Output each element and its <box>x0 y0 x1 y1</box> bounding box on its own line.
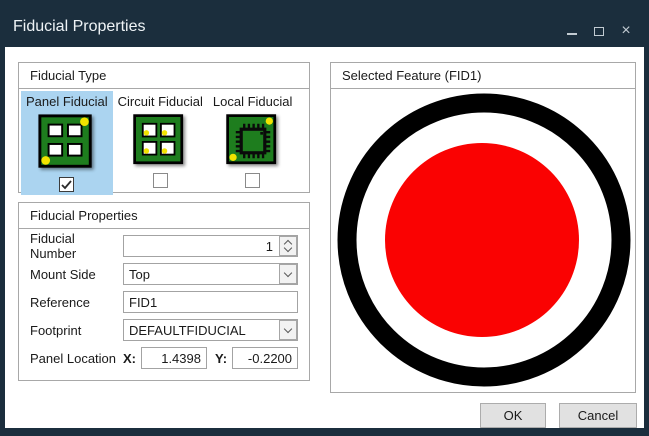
panel-location-label: Panel Location <box>30 351 123 366</box>
local-fiducial-label: Local Fiducial <box>213 93 293 110</box>
fiducial-number-input[interactable] <box>123 235 298 257</box>
local-fiducial-checkbox[interactable] <box>245 173 260 188</box>
footprint-select[interactable] <box>123 319 298 341</box>
maximize-button[interactable] <box>592 24 606 38</box>
reference-input[interactable] <box>123 291 298 313</box>
circuit-fiducial-checkbox[interactable] <box>153 173 168 188</box>
fiducial-pad <box>385 143 579 337</box>
fiducial-number-label: Fiducial Number <box>30 231 123 261</box>
window-controls: × <box>565 24 633 38</box>
maximize-icon <box>594 27 604 36</box>
fiducial-type-group: Fiducial Type Panel Fiducial <box>18 62 310 193</box>
panel-location-y-input[interactable] <box>232 347 298 369</box>
mount-side-select[interactable] <box>123 263 298 285</box>
reference-label: Reference <box>30 295 123 310</box>
fiducial-type-option-panel[interactable]: Panel Fiducial <box>21 91 113 195</box>
minimize-button[interactable] <box>565 24 579 38</box>
panel-location-row: Panel Location X: Y: <box>30 347 298 369</box>
footprint-label: Footprint <box>30 323 123 338</box>
checkmark-icon <box>61 180 72 190</box>
window-title: Fiducial Properties <box>13 18 146 36</box>
dialog-content: Fiducial Type Panel Fiducial <box>5 47 644 428</box>
close-icon: × <box>621 24 630 38</box>
ok-button[interactable]: OK <box>480 403 546 428</box>
cancel-button[interactable]: Cancel <box>559 403 637 428</box>
fiducial-preview <box>331 89 635 393</box>
minimize-icon <box>567 33 577 35</box>
panel-fiducial-checkbox[interactable] <box>59 177 74 192</box>
reference-row: Reference <box>30 291 298 313</box>
mount-side-label: Mount Side <box>30 267 123 282</box>
fiducial-properties-dialog: Fiducial Properties × Fiducial Type Pane… <box>0 0 649 436</box>
fiducial-properties-group-title: Fiducial Properties <box>19 203 309 229</box>
fiducial-type-group-title: Fiducial Type <box>19 63 309 89</box>
fiducial-properties-group: Fiducial Properties Fiducial Number Moun… <box>18 202 310 381</box>
chevron-down-icon <box>284 268 292 276</box>
circuit-fiducial-label: Circuit Fiducial <box>118 93 203 110</box>
chevron-down-icon <box>284 324 292 332</box>
fiducial-type-option-local[interactable]: Local Fiducial <box>208 91 298 191</box>
selected-feature-group: Selected Feature (FID1) <box>330 62 636 393</box>
panel-fiducial-label: Panel Fiducial <box>26 93 108 110</box>
close-button[interactable]: × <box>619 24 633 38</box>
titlebar[interactable]: Fiducial Properties × <box>0 0 649 47</box>
x-label: X: <box>123 351 136 366</box>
fiducial-type-options: Panel Fiducial <box>19 89 309 197</box>
fiducial-number-row: Fiducial Number <box>30 235 298 257</box>
footprint-row: Footprint <box>30 319 298 341</box>
local-fiducial-icon <box>224 112 282 170</box>
fiducial-graphic <box>331 89 635 393</box>
fiducial-number-spinner[interactable] <box>279 236 297 256</box>
mount-side-dropdown-button[interactable] <box>279 264 297 284</box>
selected-feature-group-title: Selected Feature (FID1) <box>331 63 635 89</box>
panel-fiducial-icon <box>36 112 98 174</box>
fiducial-type-option-circuit[interactable]: Circuit Fiducial <box>113 91 208 191</box>
circuit-fiducial-icon <box>131 112 189 170</box>
footprint-dropdown-button[interactable] <box>279 320 297 340</box>
panel-location-x-input[interactable] <box>141 347 207 369</box>
y-label: Y: <box>215 351 227 366</box>
mount-side-row: Mount Side <box>30 263 298 285</box>
